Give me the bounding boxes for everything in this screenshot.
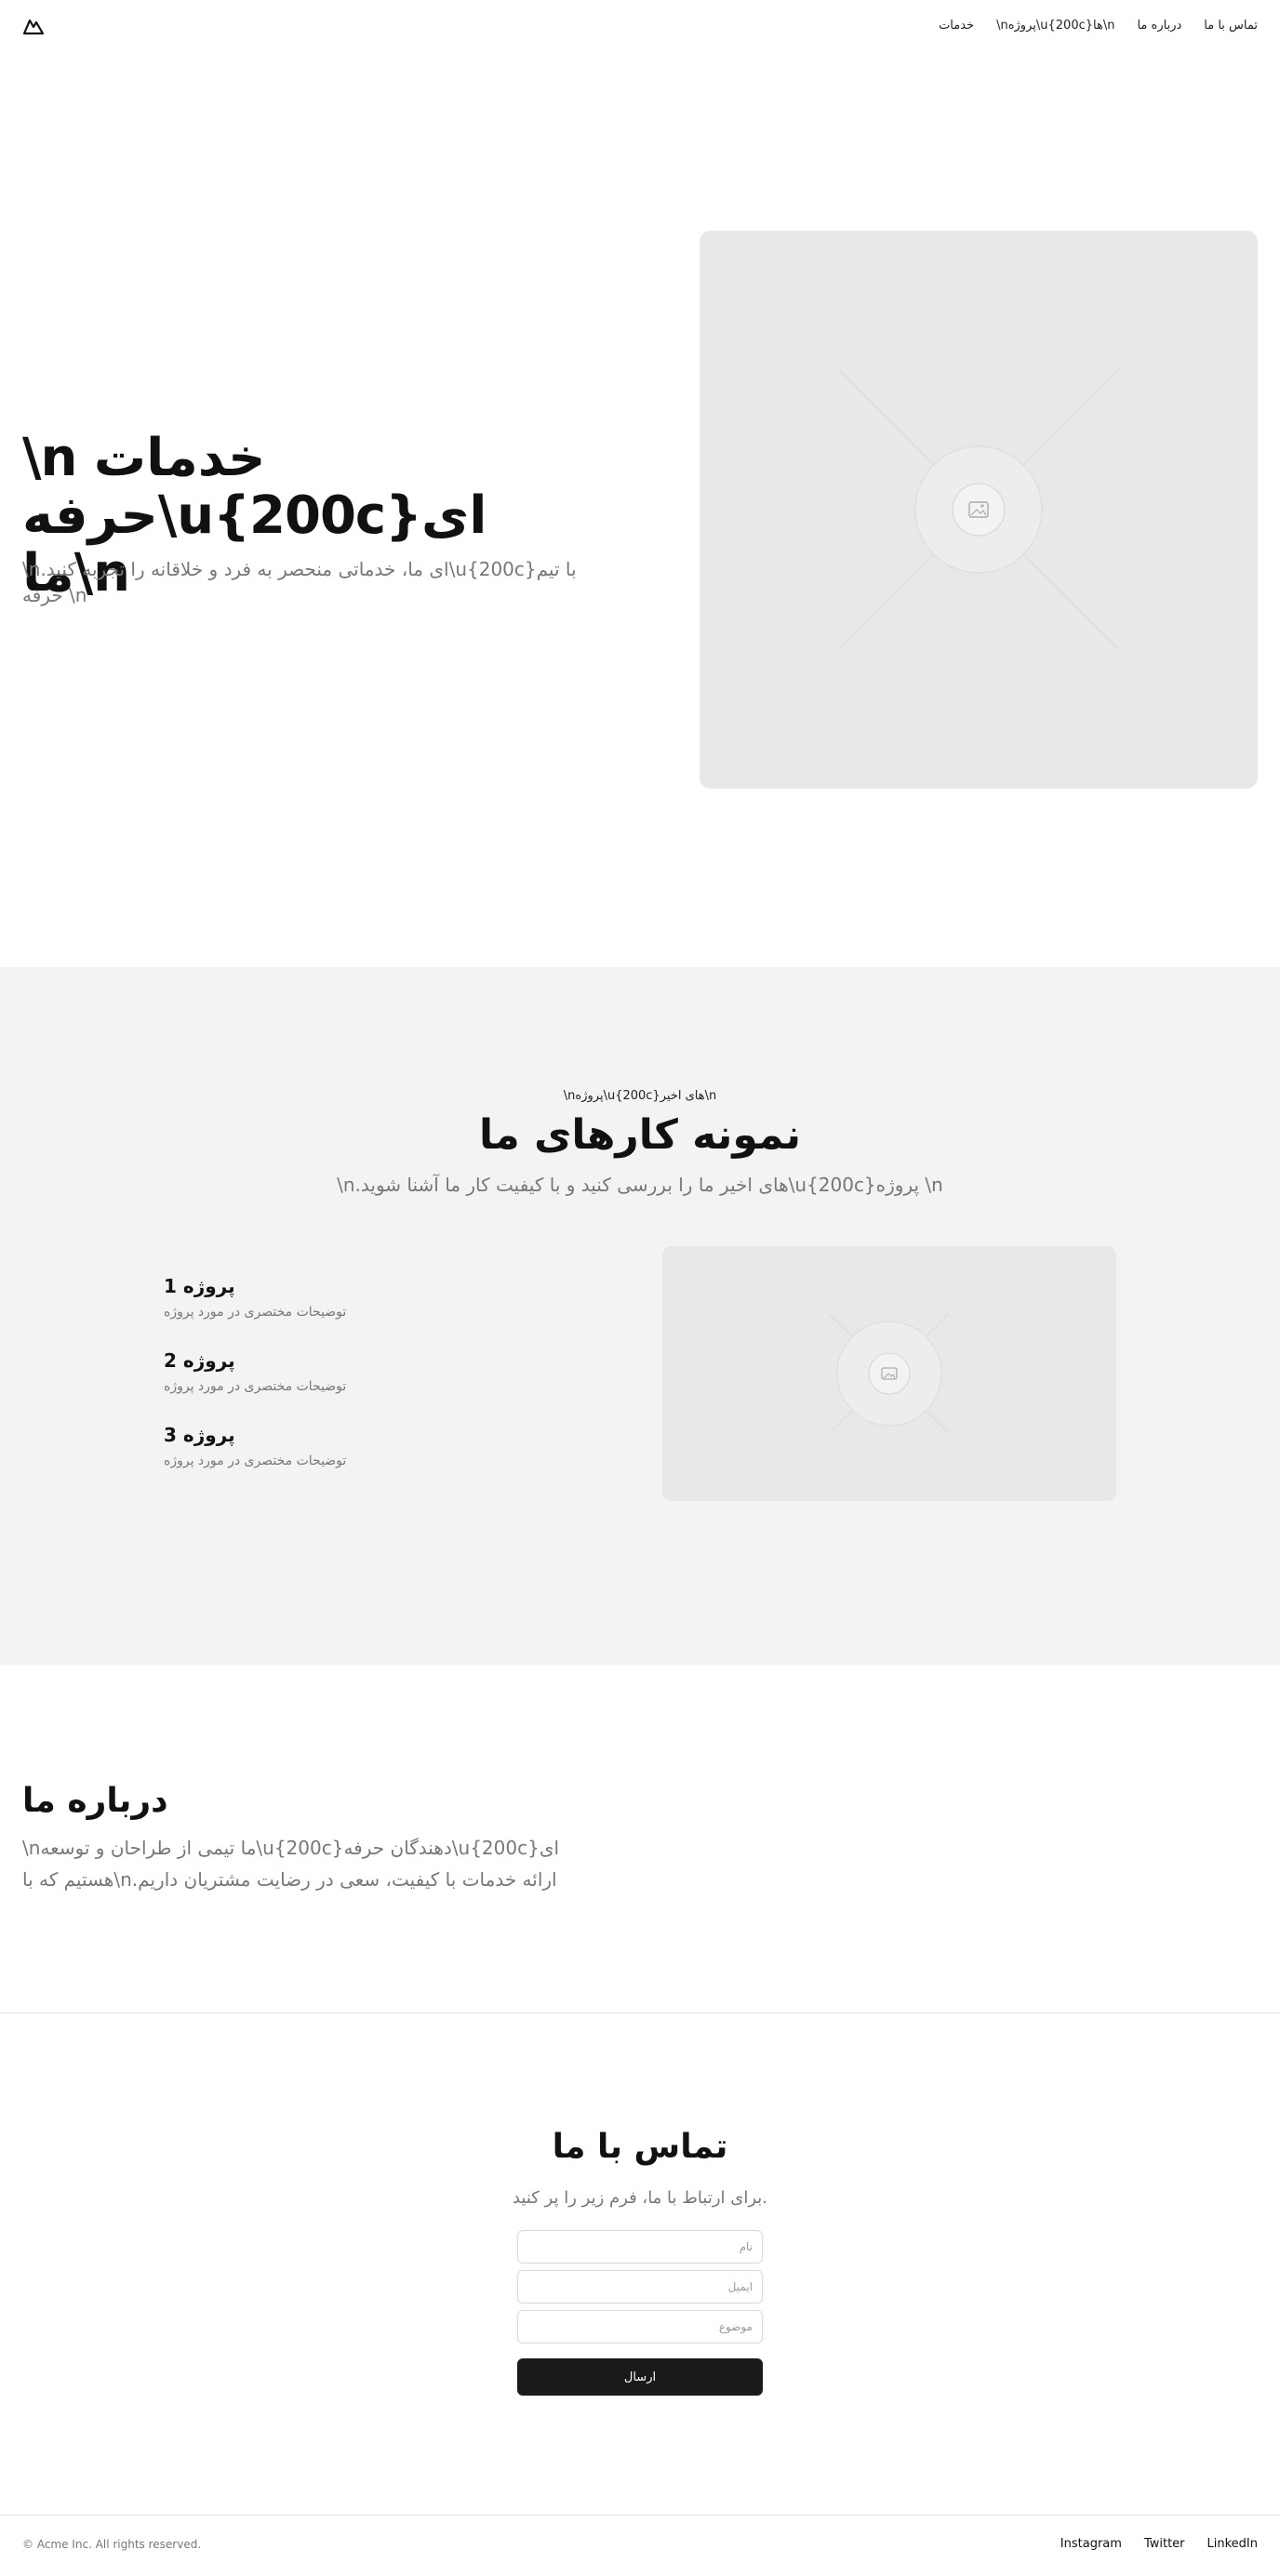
image-placeholder-icon (700, 231, 1258, 789)
footer-link-twitter[interactable]: Twitter (1144, 2537, 1185, 2551)
work-subtitle: \n.های اخیر ما را بررسی کنید و با کیفیت … (337, 1174, 943, 1196)
project-item[interactable]: پروژه 1 توضیحات مختصری در مورد پروژه (164, 1274, 346, 1322)
copyright: © Acme Inc. All rights reserved. (22, 2538, 202, 2551)
work-image (662, 1246, 1116, 1501)
about-text: \nما تیمی از طراحان و توسعه\u{200c}دهندگ… (22, 1837, 560, 1891)
nav-projects[interactable]: \nپروژه\u{200c}ها\n (996, 19, 1114, 33)
project-title: پروژه 2 (164, 1349, 235, 1372)
project-desc: توضیحات مختصری در مورد پروژه (164, 1305, 347, 1320)
work-section: \nپروژه\u{200c}های اخیر\n نمونه کارهای م… (0, 967, 1280, 1665)
submit-button[interactable]: ارسال (517, 2358, 763, 2396)
email-field[interactable] (517, 2270, 763, 2304)
nav-about[interactable]: درباره ما (1137, 19, 1181, 33)
name-field[interactable] (517, 2230, 763, 2264)
project-desc: توضیحات مختصری در مورد پروژه (164, 1379, 347, 1394)
footer-links: Instagram Twitter LinkedIn (1060, 2537, 1258, 2551)
project-title: پروژه 1 (164, 1275, 235, 1297)
footer-link-instagram[interactable]: Instagram (1060, 2537, 1122, 2551)
project-item[interactable]: پروژه 3 توضیحات مختصری در مورد پروژه (164, 1423, 346, 1471)
work-kicker: \nپروژه\u{200c}های اخیر\n (563, 1089, 717, 1103)
contact-subtitle: برای ارتباط با ما، فرم زیر را پر کنید. (512, 2188, 768, 2208)
section-divider (0, 2012, 1280, 2013)
main-nav: خدمات \nپروژه\u{200c}ها\n درباره ما تماس… (939, 19, 1258, 33)
site-header: خدمات \nپروژه\u{200c}ها\n درباره ما تماس… (0, 0, 1280, 52)
image-placeholder-icon (662, 1246, 1116, 1501)
footer-link-linkedin[interactable]: LinkedIn (1207, 2537, 1258, 2551)
hero-subtitle: \n.ای ما، خدماتی منحصر به فرد و خلاقانه … (22, 558, 577, 606)
project-title: پروژه 3 (164, 1424, 235, 1446)
project-item[interactable]: پروژه 2 توضیحات مختصری در مورد پروژه (164, 1348, 346, 1397)
nav-services[interactable]: خدمات (939, 19, 974, 33)
mountain-icon[interactable] (22, 17, 45, 35)
nav-contact[interactable]: تماس با ما (1204, 19, 1258, 33)
subject-field[interactable] (517, 2310, 763, 2344)
contact-title: تماس با ما (552, 2128, 728, 2166)
project-desc: توضیحات مختصری در مورد پروژه (164, 1454, 347, 1468)
footer-divider (0, 2515, 1280, 2516)
work-title: نمونه کارهای ما (478, 1111, 801, 1159)
hero-image (700, 231, 1258, 789)
about-title: درباره ما (22, 1782, 168, 1820)
